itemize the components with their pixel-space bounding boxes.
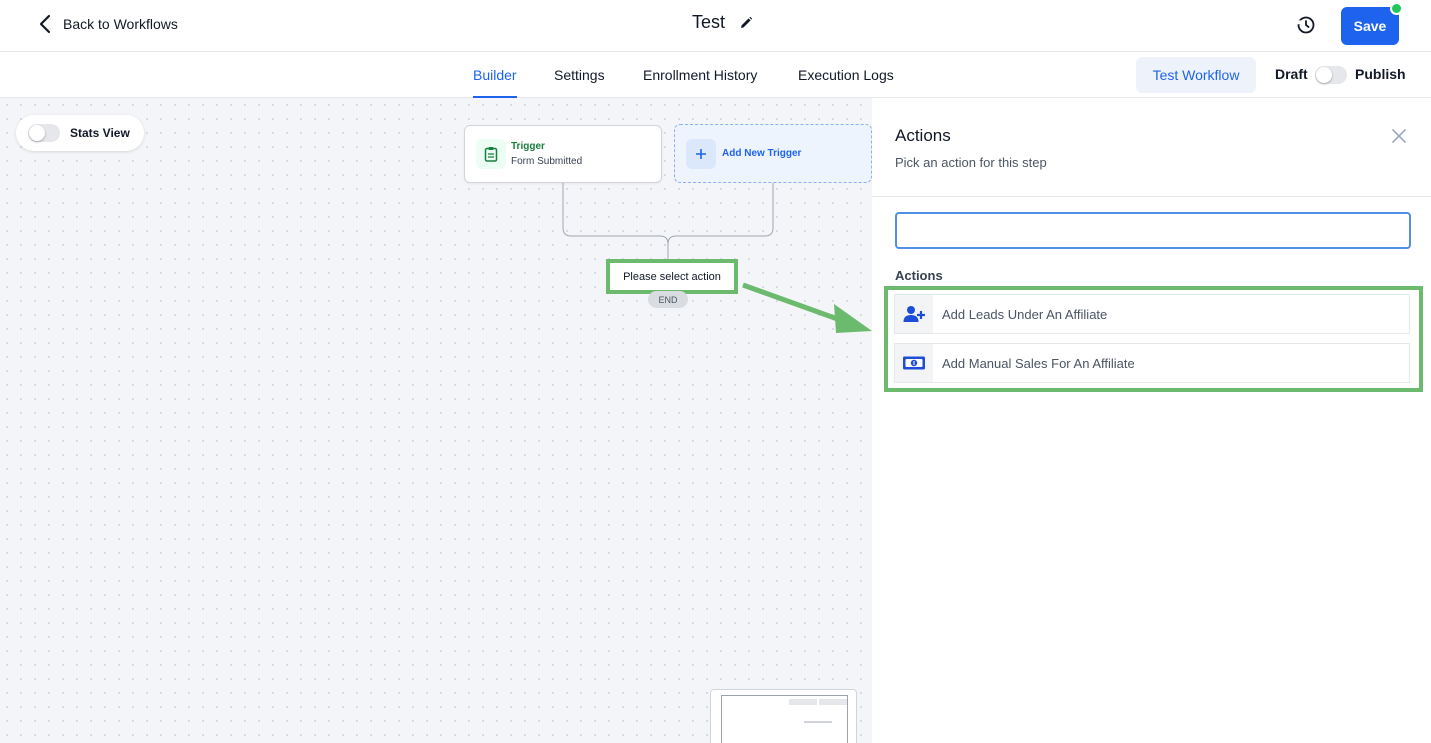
- tab-execution-logs[interactable]: Execution Logs: [798, 52, 894, 98]
- user-plus-icon: [903, 306, 925, 322]
- tab-enrollment-history[interactable]: Enrollment History: [643, 52, 757, 98]
- action-icon-box: [895, 295, 933, 333]
- draft-label: Draft: [1275, 66, 1308, 82]
- panel-title: Actions: [895, 126, 951, 145]
- chevron-left-icon: [39, 14, 51, 34]
- action-item-add-manual-sales[interactable]: Add Manual Sales For An Affiliate: [894, 343, 1410, 383]
- toggle-knob: [1316, 67, 1332, 83]
- action-icon-box: [895, 344, 933, 382]
- plus-icon: [686, 139, 716, 169]
- connector-lines: [562, 183, 774, 259]
- select-action-label: Please select action: [623, 270, 721, 283]
- status-dot: [1390, 2, 1403, 15]
- select-action-node[interactable]: Please select action: [606, 259, 738, 294]
- trigger-icon-box: [476, 139, 506, 169]
- minimap-node: [819, 699, 847, 705]
- actions-section-label: Actions: [895, 268, 943, 283]
- add-new-trigger-node[interactable]: Add New Trigger: [674, 124, 872, 183]
- publish-label: Publish: [1355, 66, 1406, 82]
- workflow-canvas[interactable]: Stats View Trigger Form Submitted Add Ne…: [0, 98, 872, 743]
- clipboard-icon: [484, 147, 498, 162]
- tab-bar: Builder Settings Enrollment History Exec…: [0, 52, 1431, 98]
- workflow-title-group: Test: [692, 12, 753, 33]
- minimap-node: [789, 699, 817, 705]
- stats-view-control: Stats View: [16, 115, 144, 151]
- stats-view-toggle[interactable]: [28, 124, 60, 142]
- test-workflow-button[interactable]: Test Workflow: [1136, 57, 1256, 93]
- action-label: Add Manual Sales For An Affiliate: [942, 356, 1135, 371]
- trigger-node[interactable]: Trigger Form Submitted: [464, 125, 662, 183]
- panel-subtitle: Pick an action for this step: [895, 155, 1047, 170]
- publish-toggle[interactable]: [1315, 66, 1347, 84]
- save-button[interactable]: Save: [1341, 7, 1399, 45]
- trigger-name-label: Form Submitted: [511, 156, 583, 167]
- action-item-add-leads[interactable]: Add Leads Under An Affiliate: [894, 294, 1410, 334]
- minimap-node: [804, 721, 832, 723]
- add-new-trigger-label: Add New Trigger: [722, 148, 802, 159]
- money-bill-icon: [903, 356, 925, 370]
- workflow-title: Test: [692, 12, 726, 32]
- tab-builder[interactable]: Builder: [473, 52, 517, 98]
- close-icon[interactable]: [1390, 127, 1408, 145]
- minimap[interactable]: [710, 689, 857, 743]
- back-label: Back to Workflows: [63, 16, 178, 32]
- history-icon[interactable]: [1294, 13, 1318, 37]
- top-bar: Back to Workflows Test Save: [0, 0, 1431, 52]
- tab-settings[interactable]: Settings: [554, 52, 605, 98]
- stats-view-label: Stats View: [70, 126, 130, 140]
- minimap-viewport[interactable]: [721, 695, 848, 743]
- end-marker: END: [648, 291, 688, 308]
- panel-divider: [872, 196, 1431, 197]
- action-search-input[interactable]: [895, 212, 1411, 249]
- pencil-icon[interactable]: [739, 16, 753, 30]
- actions-panel: Actions Pick an action for this step Act…: [872, 98, 1431, 743]
- toggle-knob: [29, 125, 45, 141]
- trigger-type-label: Trigger: [511, 141, 545, 152]
- action-label: Add Leads Under An Affiliate: [942, 307, 1108, 322]
- back-to-workflows-link[interactable]: Back to Workflows: [38, 14, 178, 34]
